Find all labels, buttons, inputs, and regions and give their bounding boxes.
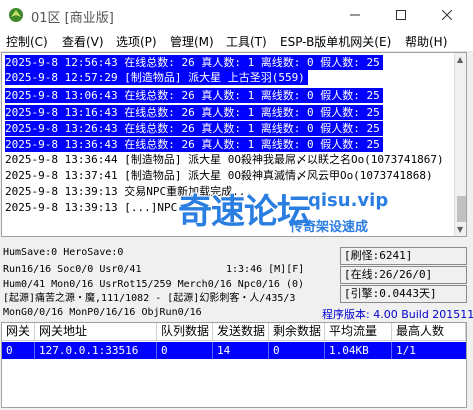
- log-line[interactable]: 2025-9-8 13:36:43 在线总数: 26 真人数: 1 离线数: 0…: [5, 137, 383, 152]
- maximize-icon: [396, 10, 406, 20]
- hum-status: Hum0/41 Mon0/16 UsrRot15/259 Merch0/16 N…: [3, 279, 305, 290]
- log-line[interactable]: 2025-9-8 13:26:43 在线总数: 26 真人数: 1 离线数: 0…: [5, 121, 383, 136]
- window-title: 01区 [商业版]: [31, 11, 114, 26]
- log-line[interactable]: 2025-9-8 13:36:44 [制造物品] 派大星 0O殺神我最屌〆以眹之…: [5, 152, 447, 167]
- log-line[interactable]: 2025-9-8 13:16:43 在线总数: 26 真人数: 1 离线数: 0…: [5, 105, 383, 120]
- close-button[interactable]: [424, 0, 470, 30]
- log-line[interactable]: 2025-9-8 13:39:13 [...]NPC...: [5, 200, 200, 215]
- maximize-button[interactable]: [378, 0, 424, 30]
- table-cell: 0: [269, 342, 325, 359]
- uptime-status: 1:3:46 [M][F]: [226, 264, 305, 275]
- table-cell: 0: [2, 342, 35, 359]
- column-header[interactable]: 队列数据: [157, 323, 213, 341]
- menu-tools[interactable]: 工具(T): [226, 33, 267, 50]
- column-header[interactable]: 平均流量: [325, 323, 392, 341]
- menu-bar: 控制(C) 查看(V) 选项(P) 管理(M) 工具(T) ESP-B版单机网关…: [0, 30, 473, 52]
- gateway-table[interactable]: 网关 网关地址 队列数据 发送数据 剩余数据 平均流量 最高人数 0 127.0…: [1, 322, 467, 408]
- column-header[interactable]: 网关地址: [35, 323, 157, 341]
- watermark-url: qisu.vip: [308, 190, 389, 211]
- watermark-slogan: 传奇架设速成: [290, 220, 369, 235]
- scroll-up-icon[interactable]: ▲: [457, 55, 463, 64]
- column-header[interactable]: 最高人数: [392, 323, 466, 341]
- app-icon: [9, 8, 23, 22]
- log-line[interactable]: 2025-9-8 12:56:43 在线总数: 26 真人数: 1 离线数: 0…: [5, 55, 383, 70]
- engine-box: [引擎:0.0443天]: [340, 285, 467, 303]
- origin-status: [起源]痛苦之源・魔,111/1082 - [起源]幻影刺客・人/435/3: [3, 293, 296, 304]
- log-scrollbar[interactable]: ▲ ▼: [454, 53, 466, 236]
- scroll-down-icon[interactable]: ▼: [457, 225, 463, 234]
- close-icon: [442, 10, 452, 20]
- log-line[interactable]: 2025-9-8 13:06:43 在线总数: 26 真人数: 1 离线数: 0…: [5, 88, 383, 103]
- table-cell: 14: [213, 342, 269, 359]
- menu-gateway[interactable]: ESP-B版单机网关(E): [280, 33, 391, 50]
- minimize-icon: [350, 14, 360, 16]
- column-header[interactable]: 发送数据: [213, 323, 269, 341]
- table-cell: 1.04KB: [325, 342, 392, 359]
- table-cell: 127.0.0.1:33516: [35, 342, 157, 359]
- table-cell: 1/1: [396, 344, 416, 357]
- menu-manage[interactable]: 管理(M): [170, 33, 214, 50]
- table-cell: 0: [157, 342, 213, 359]
- run-status: Run16/16 Soc0/0 Usr0/41: [3, 264, 142, 275]
- menu-help[interactable]: 帮助(H): [405, 33, 447, 50]
- log-line[interactable]: 2025-9-8 12:57:29 [制造物品] 派大星 上古圣羽(559): [5, 70, 308, 85]
- column-header[interactable]: 网关: [2, 323, 35, 341]
- scroll-thumb[interactable]: [457, 196, 466, 222]
- table-row[interactable]: 0 127.0.0.1:33516 0 14 0 1.04KB 1/1: [2, 342, 466, 359]
- minimize-button[interactable]: [332, 0, 378, 30]
- hum-save-status: HumSave:0 HeroSave:0: [3, 247, 124, 258]
- monster-status: MonG0/0/16 MonP0/16/16 ObjRun0/16: [3, 307, 202, 318]
- menu-options[interactable]: 选项(P): [116, 33, 157, 50]
- column-header[interactable]: 剩余数据: [269, 323, 325, 341]
- menu-view[interactable]: 查看(V): [62, 33, 104, 50]
- refresh-monster-box: [刷怪:6241]: [340, 247, 467, 265]
- watermark: 奇速论坛 qisu.vip 传奇架设速成: [178, 180, 398, 240]
- title-bar: 01区 [商业版]: [0, 0, 473, 30]
- online-box: [在线:26/26/0]: [340, 266, 467, 284]
- version-label: 程序版本: 4.00 Build 20151104: [322, 308, 473, 321]
- menu-control[interactable]: 控制(C): [6, 33, 48, 50]
